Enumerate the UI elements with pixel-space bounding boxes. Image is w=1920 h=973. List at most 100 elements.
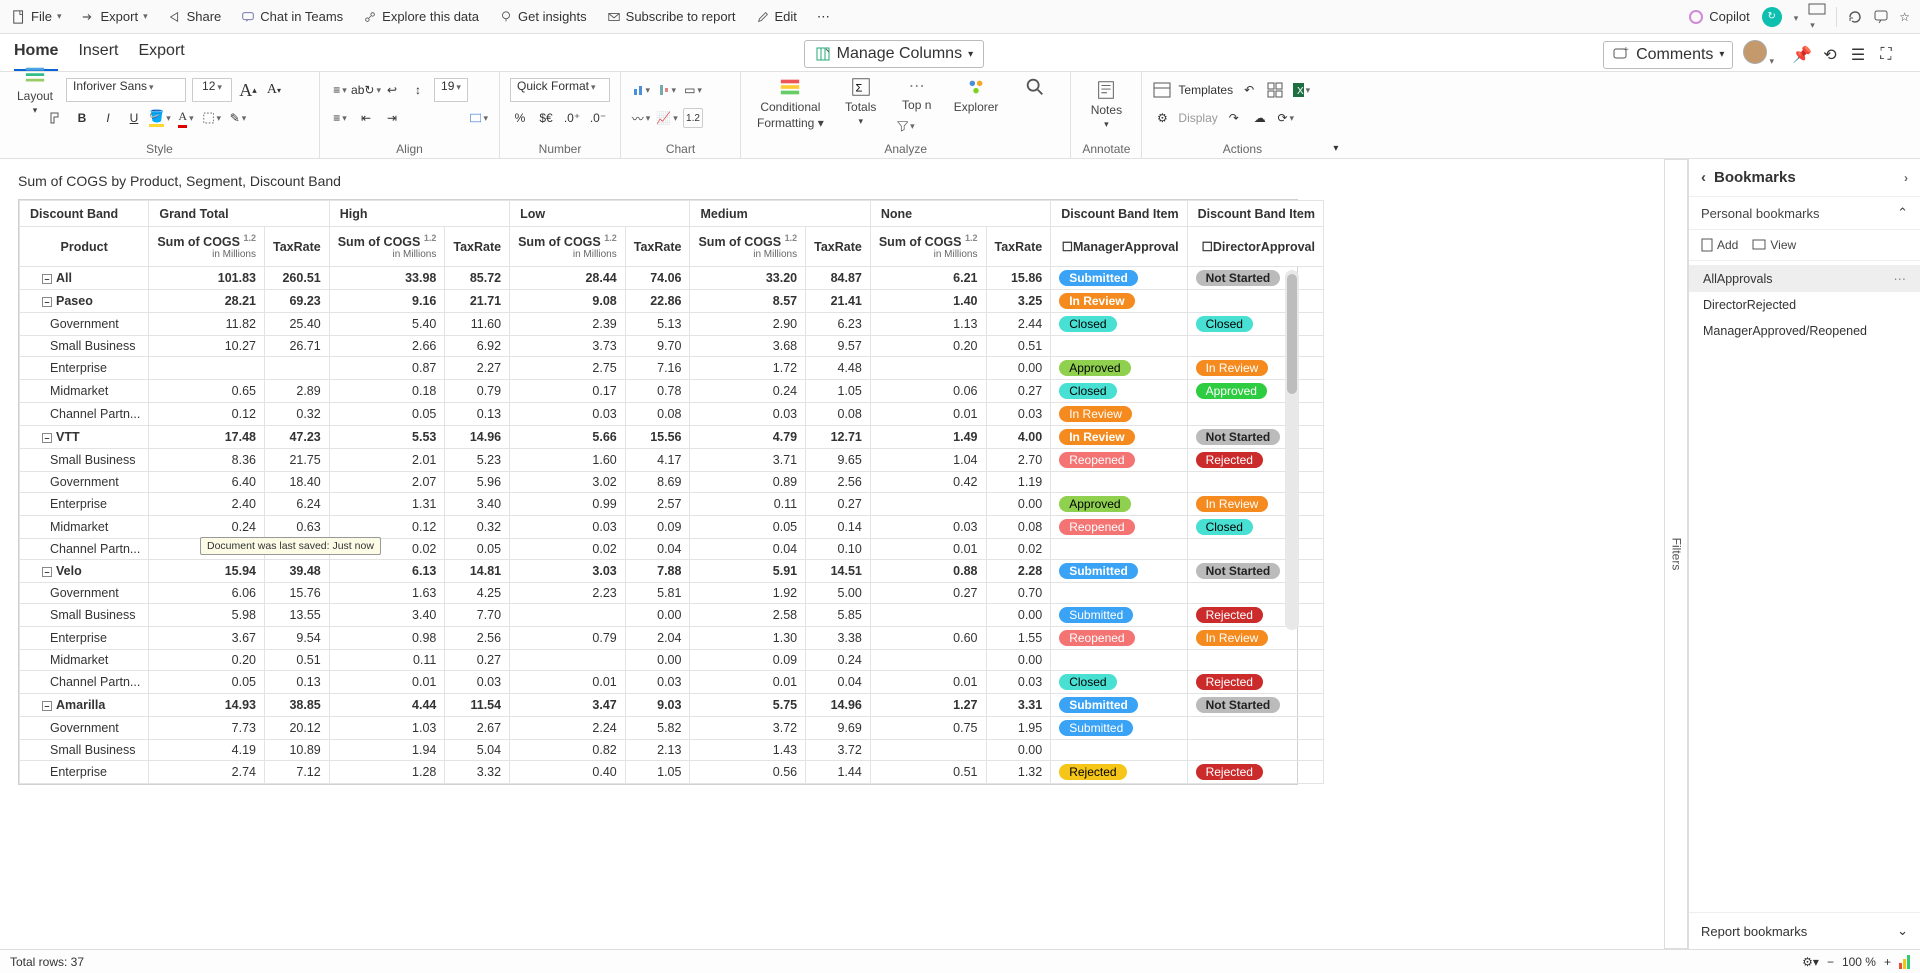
- table-row[interactable]: Channel Partn...0.050.130.010.030.010.03…: [20, 671, 1324, 694]
- director-approval-pill[interactable]: In Review: [1196, 630, 1269, 646]
- manager-approval-pill[interactable]: In Review: [1059, 293, 1134, 309]
- table-row[interactable]: Midmarket0.200.510.110.270.000.090.240.0…: [20, 650, 1324, 671]
- col-high-tax[interactable]: TaxRate: [445, 227, 510, 267]
- line-height-input[interactable]: 19: [434, 78, 468, 102]
- col-medium[interactable]: Medium: [690, 201, 870, 227]
- add-comment-button[interactable]: + Comments▾: [1603, 41, 1733, 69]
- copilot-button[interactable]: Copilot: [1686, 5, 1751, 29]
- zoom-in-icon[interactable]: +: [1884, 955, 1891, 969]
- tab-export[interactable]: Export: [138, 42, 184, 71]
- manager-approval-pill[interactable]: In Review: [1059, 406, 1132, 422]
- halign-icon[interactable]: ≡: [330, 108, 350, 128]
- table-row[interactable]: –VTT17.4847.235.5314.965.6615.564.7912.7…: [20, 426, 1324, 449]
- decrease-indent-icon[interactable]: ⇤: [356, 108, 376, 128]
- table-row[interactable]: Government7.7320.121.032.672.245.823.729…: [20, 717, 1324, 740]
- display-button[interactable]: Display: [1178, 111, 1217, 125]
- manager-approval-pill[interactable]: Submitted: [1059, 607, 1133, 623]
- cloud-icon[interactable]: ☁: [1250, 108, 1270, 128]
- col-product[interactable]: Product: [20, 227, 149, 267]
- bookmark-add-button[interactable]: Add: [1701, 238, 1738, 252]
- orientation-icon[interactable]: ab↻: [356, 80, 376, 100]
- topn-button[interactable]: ⋯ Top n: [892, 76, 942, 112]
- line-chart-icon[interactable]: 📈: [657, 108, 677, 128]
- col-low[interactable]: Low: [510, 201, 690, 227]
- borders-icon[interactable]: [202, 108, 222, 128]
- col-none[interactable]: None: [870, 201, 1050, 227]
- table-row[interactable]: Government6.0615.761.634.252.235.811.925…: [20, 583, 1324, 604]
- manager-approval-pill[interactable]: Closed: [1059, 674, 1116, 690]
- col-dir-approval[interactable]: ☐DirectorApproval: [1187, 227, 1323, 267]
- merge-icon[interactable]: [469, 108, 489, 128]
- bookmark-item[interactable]: AllApprovals⋯: [1689, 265, 1920, 292]
- favorite-button[interactable]: ☆: [1899, 10, 1910, 24]
- director-approval-pill[interactable]: Approved: [1196, 383, 1267, 399]
- share-button[interactable]: Share: [166, 5, 224, 28]
- sparkline-icon[interactable]: 〰: [631, 108, 651, 128]
- table-row[interactable]: Small Business8.3621.752.015.231.604.173…: [20, 449, 1324, 472]
- bookmark-item[interactable]: DirectorRejected: [1689, 292, 1920, 318]
- increase-indent-icon[interactable]: ⇥: [382, 108, 402, 128]
- manager-approval-pill[interactable]: Submitted: [1059, 270, 1138, 286]
- refresh-dropdown-icon[interactable]: ⟳: [1276, 108, 1296, 128]
- table-row[interactable]: –All101.83260.5133.9885.7228.4474.0633.2…: [20, 267, 1324, 290]
- director-approval-pill[interactable]: Rejected: [1196, 607, 1263, 623]
- col-med-cogs[interactable]: Sum of COGS 1.2in Millions: [690, 227, 806, 267]
- chart-view-icon[interactable]: [1899, 955, 1910, 969]
- decrease-font-icon[interactable]: A▾: [264, 80, 284, 100]
- director-approval-pill[interactable]: In Review: [1196, 360, 1269, 376]
- subscribe-button[interactable]: Subscribe to report: [605, 5, 738, 28]
- col-none-tax[interactable]: TaxRate: [986, 227, 1051, 267]
- table-row[interactable]: Midmarket0.240.630.120.320.030.090.050.1…: [20, 516, 1324, 539]
- table-row[interactable]: Enterprise2.406.241.313.400.992.570.110.…: [20, 493, 1324, 516]
- templates-button[interactable]: Templates: [1178, 83, 1233, 97]
- bold-icon[interactable]: B: [72, 108, 92, 128]
- expand-toggle[interactable]: –: [42, 274, 52, 284]
- bookmarks-back-icon[interactable]: ‹: [1701, 169, 1706, 186]
- personal-bookmarks-section[interactable]: Personal bookmarks ⌃: [1689, 197, 1920, 230]
- col-low-cogs[interactable]: Sum of COGS 1.2in Millions: [510, 227, 626, 267]
- font-size-select[interactable]: 12: [192, 78, 232, 102]
- col-gt-tax[interactable]: TaxRate: [265, 227, 330, 267]
- reset-button[interactable]: ↻: [1762, 7, 1782, 27]
- col-none-cogs[interactable]: Sum of COGS 1.2in Millions: [870, 227, 986, 267]
- director-approval-pill[interactable]: Not Started: [1196, 270, 1281, 286]
- bookmark-item-menu[interactable]: ⋯: [1894, 271, 1907, 286]
- manager-approval-pill[interactable]: Submitted: [1059, 563, 1138, 579]
- decrease-decimal-icon[interactable]: .0⁻: [588, 108, 608, 128]
- table-row[interactable]: –Velo15.9439.486.1314.813.037.885.9114.5…: [20, 560, 1324, 583]
- table-row[interactable]: Enterprise0.872.272.757.161.724.480.00Ap…: [20, 357, 1324, 380]
- filters-pane-toggle[interactable]: Filters: [1664, 159, 1688, 949]
- manager-approval-pill[interactable]: Reopened: [1059, 519, 1134, 535]
- quick-format-select[interactable]: Quick Format: [510, 78, 610, 102]
- table-row[interactable]: Government6.4018.402.075.963.028.690.892…: [20, 472, 1324, 493]
- col-grand-total[interactable]: Grand Total: [149, 201, 329, 227]
- manager-approval-pill[interactable]: In Review: [1059, 429, 1134, 445]
- table-row[interactable]: Enterprise2.747.121.283.320.401.050.561.…: [20, 761, 1324, 784]
- filter-pane-icon[interactable]: ☰: [1848, 45, 1868, 65]
- director-approval-pill[interactable]: In Review: [1196, 496, 1269, 512]
- col-high-cogs[interactable]: Sum of COGS 1.2in Millions: [329, 227, 445, 267]
- manager-approval-pill[interactable]: Submitted: [1059, 697, 1138, 713]
- manager-approval-pill[interactable]: Submitted: [1059, 720, 1133, 736]
- bar-chart-icon[interactable]: [631, 80, 651, 100]
- col-db-item2[interactable]: Discount Band Item: [1187, 201, 1323, 227]
- table-row[interactable]: Enterprise3.679.540.982.560.792.041.303.…: [20, 627, 1324, 650]
- notes-menu[interactable]: Notes▾: [1081, 76, 1131, 132]
- col-mgr-approval[interactable]: ☐ManagerApproval: [1051, 227, 1187, 267]
- manager-approval-pill[interactable]: Reopened: [1059, 452, 1134, 468]
- table-row[interactable]: Small Business4.1910.891.945.040.822.131…: [20, 740, 1324, 761]
- bookmark-toggle[interactable]: [1792, 10, 1799, 24]
- vertical-scrollbar[interactable]: [1285, 270, 1299, 630]
- tab-insert[interactable]: Insert: [78, 42, 118, 71]
- bookmark-view-button[interactable]: View: [1752, 238, 1796, 252]
- templates-icon[interactable]: [1152, 80, 1172, 100]
- table-row[interactable]: Government11.8225.405.4011.602.395.132.9…: [20, 313, 1324, 336]
- manager-approval-pill[interactable]: Reopened: [1059, 630, 1134, 646]
- table-row[interactable]: –Amarilla14.9338.854.4411.543.479.035.75…: [20, 694, 1324, 717]
- wrap-text-icon[interactable]: ↩: [382, 80, 402, 100]
- refresh-button[interactable]: [1847, 9, 1863, 25]
- table-row[interactable]: Midmarket0.652.890.180.790.170.780.241.0…: [20, 380, 1324, 403]
- chat-teams-button[interactable]: Chat in Teams: [239, 5, 345, 28]
- manager-approval-pill[interactable]: Approved: [1059, 496, 1130, 512]
- italic-icon[interactable]: I: [98, 108, 118, 128]
